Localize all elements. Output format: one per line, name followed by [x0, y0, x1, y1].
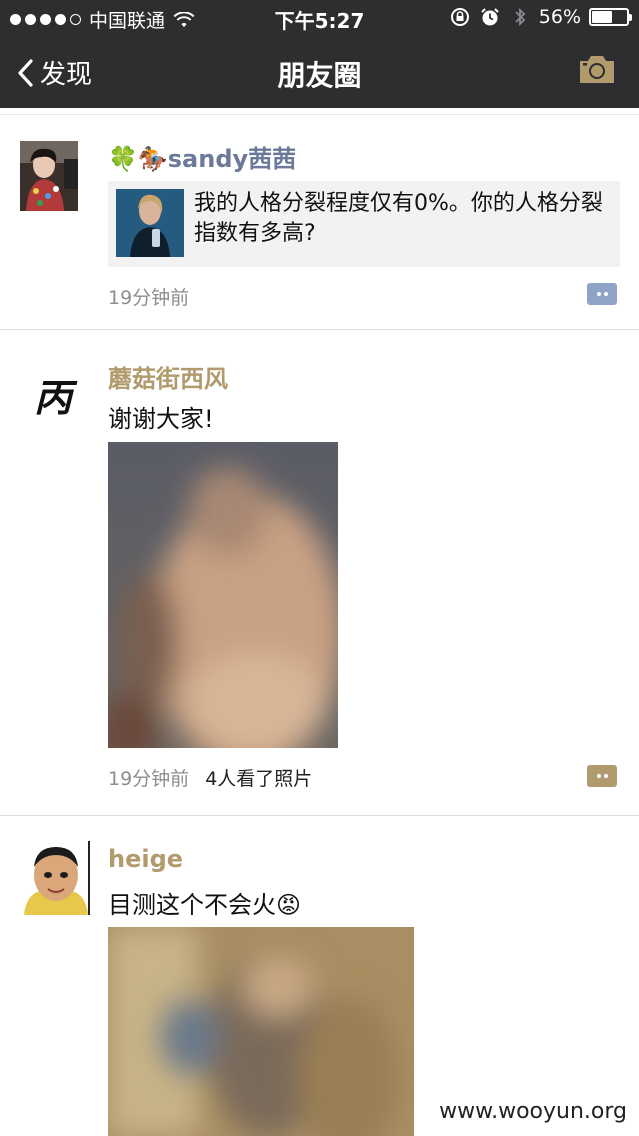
post-text: 目测这个不会火😡: [108, 891, 302, 919]
shared-link-title: 我的人格分裂程度仅有0%。你的人格分裂指数有多高?: [194, 191, 603, 246]
post-author-name[interactable]: 蘑菇街西风: [108, 359, 228, 394]
post-photo[interactable]: [108, 927, 414, 1136]
post-time: 19分钟前: [108, 768, 190, 790]
comment-button[interactable]: [587, 765, 617, 787]
post-meta: 19分钟前 4人看了照片: [108, 764, 312, 791]
moment-post: 🍀🏇sandy茜茜 我的人格分裂程度仅有0%。你的人格分裂指数有多高? 19分钟…: [0, 115, 639, 330]
moment-post: heige 目测这个不会火😡: [0, 817, 639, 1136]
post-author-name[interactable]: 🍀🏇sandy茜茜: [108, 139, 296, 174]
page-title: 朋友圈: [277, 59, 362, 92]
shared-link-thumbnail: [116, 189, 184, 257]
status-bar: 中国联通 下午5:27 56%: [0, 0, 639, 36]
navigation-bar: 发现 朋友圈: [0, 36, 639, 108]
battery-percent: 56%: [538, 6, 581, 28]
alarm-icon: [481, 8, 499, 26]
camera-icon[interactable]: [577, 52, 617, 86]
avatar-calligraphy: 丙: [34, 375, 73, 420]
rotation-lock-icon: [450, 8, 469, 26]
avatar[interactable]: [20, 141, 78, 211]
status-right: 56%: [449, 6, 632, 28]
shared-link-card[interactable]: 我的人格分裂程度仅有0%。你的人格分裂指数有多高?: [108, 181, 620, 267]
post-photo[interactable]: [108, 442, 338, 748]
post-text: 谢谢大家!: [108, 405, 214, 433]
avatar[interactable]: 丙: [20, 357, 88, 427]
bluetooth-icon: [515, 7, 526, 27]
top-bar: 中国联通 下午5:27 56% 发现 朋友圈: [0, 0, 639, 108]
battery-icon: [589, 8, 632, 26]
battery-level: [592, 11, 613, 23]
photo-view-count[interactable]: 4人看了照片: [205, 768, 312, 790]
comment-button[interactable]: [587, 283, 617, 305]
post-time: 19分钟前: [108, 287, 190, 309]
post-author-name[interactable]: heige: [108, 845, 183, 873]
avatar[interactable]: [20, 841, 92, 915]
moment-post: 丙 蘑菇街西风 谢谢大家! 19分钟前 4人看了照片: [0, 331, 639, 816]
watermark: www.wooyun.org: [437, 1099, 629, 1124]
